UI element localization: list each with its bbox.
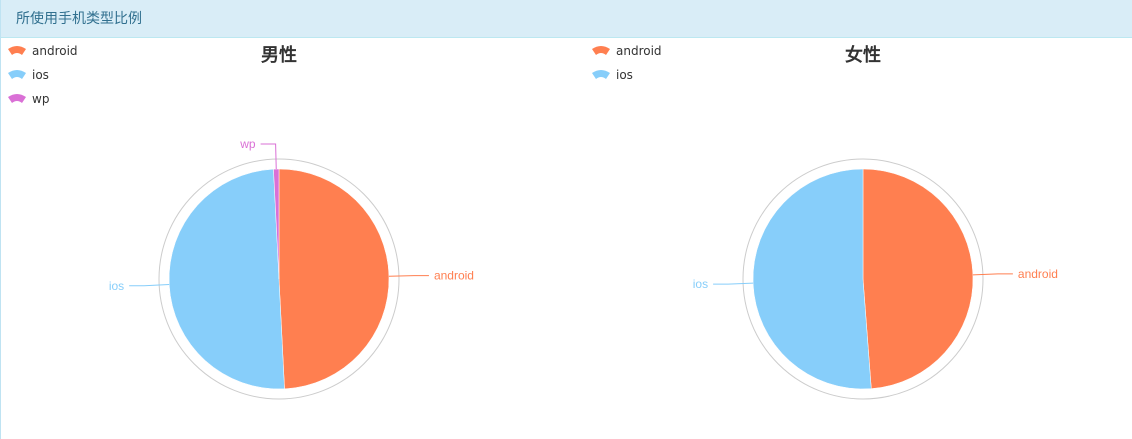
pie-label-wp: wp: [239, 137, 256, 151]
legend-swatch-icon: [8, 46, 26, 55]
pie-label-android: android: [1018, 267, 1058, 281]
pie-label-line-ios: [713, 282, 754, 285]
pie-label-line-android: [972, 273, 1013, 276]
pie-chart-male: android ios wp 男性 android ios wp: [1, 39, 585, 439]
chart-panel: 所使用手机类型比例 android ios wp 男性 android ios wp a…: [0, 0, 1132, 439]
legend-label: ios: [616, 68, 633, 82]
legend-swatch-icon: [8, 70, 26, 79]
legend-label: android: [616, 44, 662, 58]
legend-label: wp: [32, 92, 50, 106]
pie-label-ios: ios: [109, 279, 124, 293]
pie-label-line-ios: [129, 284, 170, 287]
pie-slice-android[interactable]: [862, 168, 974, 389]
legend-label: android: [32, 44, 78, 58]
chart-title: 男性: [261, 45, 297, 66]
pie-label-android: android: [434, 269, 474, 283]
pie-label-line-wp: [260, 143, 277, 170]
pie-slice-android[interactable]: [278, 168, 390, 390]
chart-title: 女性: [845, 45, 881, 66]
pie-label-ios: ios: [693, 277, 708, 291]
legend-swatch-icon: [592, 46, 610, 55]
pie-svg: android ios wp: [109, 137, 474, 400]
pie-label-line-android: [388, 275, 429, 277]
panel-title: 所使用手机类型比例: [16, 11, 142, 27]
panel-header: 所使用手机类型比例: [1, 0, 1132, 38]
pie-chart-female: android ios 女性 android ios: [585, 39, 1132, 439]
pie-svg: android ios: [693, 158, 1058, 400]
legend-label: ios: [32, 68, 49, 82]
legend-swatch-icon: [592, 70, 610, 79]
legend-swatch-icon: [8, 94, 26, 103]
